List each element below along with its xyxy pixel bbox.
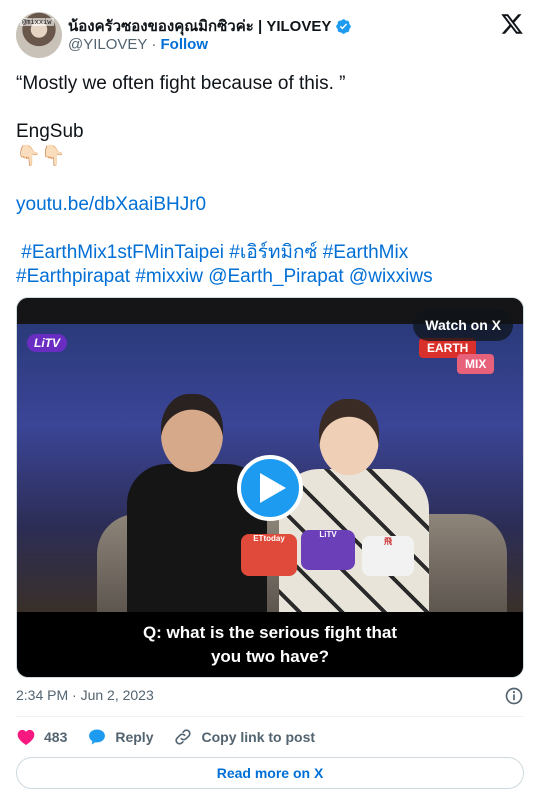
author-name-row[interactable]: น้องครัวซองของคุณมิกซิวค่ะ | YILOVEY — [68, 14, 352, 38]
tweet-quote: “Mostly we often fight because of this. … — [16, 73, 346, 94]
link-icon — [175, 729, 192, 745]
tweet-engsub: EngSub — [16, 121, 84, 142]
author-display-name[interactable]: น้องครัวซองของคุณมิกซิวค่ะ | YILOVEY — [68, 14, 331, 38]
reply-button[interactable]: Reply — [87, 727, 153, 747]
heart-icon — [17, 729, 35, 745]
handle-separator: · — [151, 36, 157, 53]
tweet-timestamp[interactable]: 2:34 PM · Jun 2, 2023 — [16, 687, 154, 703]
info-icon[interactable] — [504, 686, 524, 706]
mix-badge: MIX — [457, 354, 495, 374]
pointing-down-emoji: 👇🏻👇🏻 — [16, 145, 66, 167]
action-bar: 483 Reply Copy link to post — [16, 726, 335, 748]
tweet-card: @mixxiw น้องครัวซองของคุณมิกซิวค่ะ | YIL… — [0, 0, 540, 804]
author-handle-row: @YILOVEY · Follow — [68, 36, 208, 53]
microphone-third: 飛 — [362, 536, 414, 576]
play-button[interactable] — [237, 455, 303, 521]
copy-link-label: Copy link to post — [201, 729, 316, 745]
video-subtitle: Q: what is the serious fight that you tw… — [17, 621, 523, 669]
youtube-link[interactable]: youtu.be/dbXaaiBHJr0 — [16, 194, 206, 215]
hashtags-line-2[interactable]: #Earthpirapat #mixxiw @Earth_Pirapat @wi… — [16, 265, 524, 289]
video-player[interactable]: ETtoday LiTV 飛 LiTV EARTH MIX Watch on X… — [16, 297, 524, 678]
channel-logo: LiTV — [27, 334, 67, 352]
play-icon — [260, 473, 286, 503]
x-logo-icon[interactable] — [500, 12, 524, 36]
verified-badge-icon — [336, 18, 352, 34]
avatar-tag: @mixxiw — [20, 18, 54, 26]
subtitle-line-1: Q: what is the serious fight that — [142, 623, 398, 642]
like-count: 483 — [44, 729, 68, 745]
divider — [16, 716, 524, 717]
hashtags-line-1[interactable]: #EarthMix1stFMinTaipei #เอิร์ทมิกซ์ #Ear… — [16, 241, 524, 265]
follow-button[interactable]: Follow — [161, 36, 209, 53]
microphone-litv: LiTV — [301, 530, 355, 570]
tweet-header: @mixxiw น้องครัวซองของคุณมิกซิวค่ะ | YIL… — [16, 12, 524, 62]
read-more-button[interactable]: Read more on X — [16, 757, 524, 789]
author-avatar[interactable]: @mixxiw — [16, 12, 62, 58]
copy-link-button[interactable]: Copy link to post — [173, 727, 315, 747]
reply-label: Reply — [115, 729, 154, 745]
like-button[interactable]: 483 — [16, 727, 67, 747]
microphone-ettoday: ETtoday — [241, 534, 297, 576]
tweet-text: “Mostly we often fight because of this. … — [16, 72, 524, 289]
reply-bubble-icon — [89, 729, 106, 745]
person-right — [279, 399, 429, 614]
subtitle-line-2: you two have? — [210, 647, 330, 666]
author-handle[interactable]: @YILOVEY — [68, 36, 147, 53]
watch-on-x-button[interactable]: Watch on X — [413, 309, 513, 341]
